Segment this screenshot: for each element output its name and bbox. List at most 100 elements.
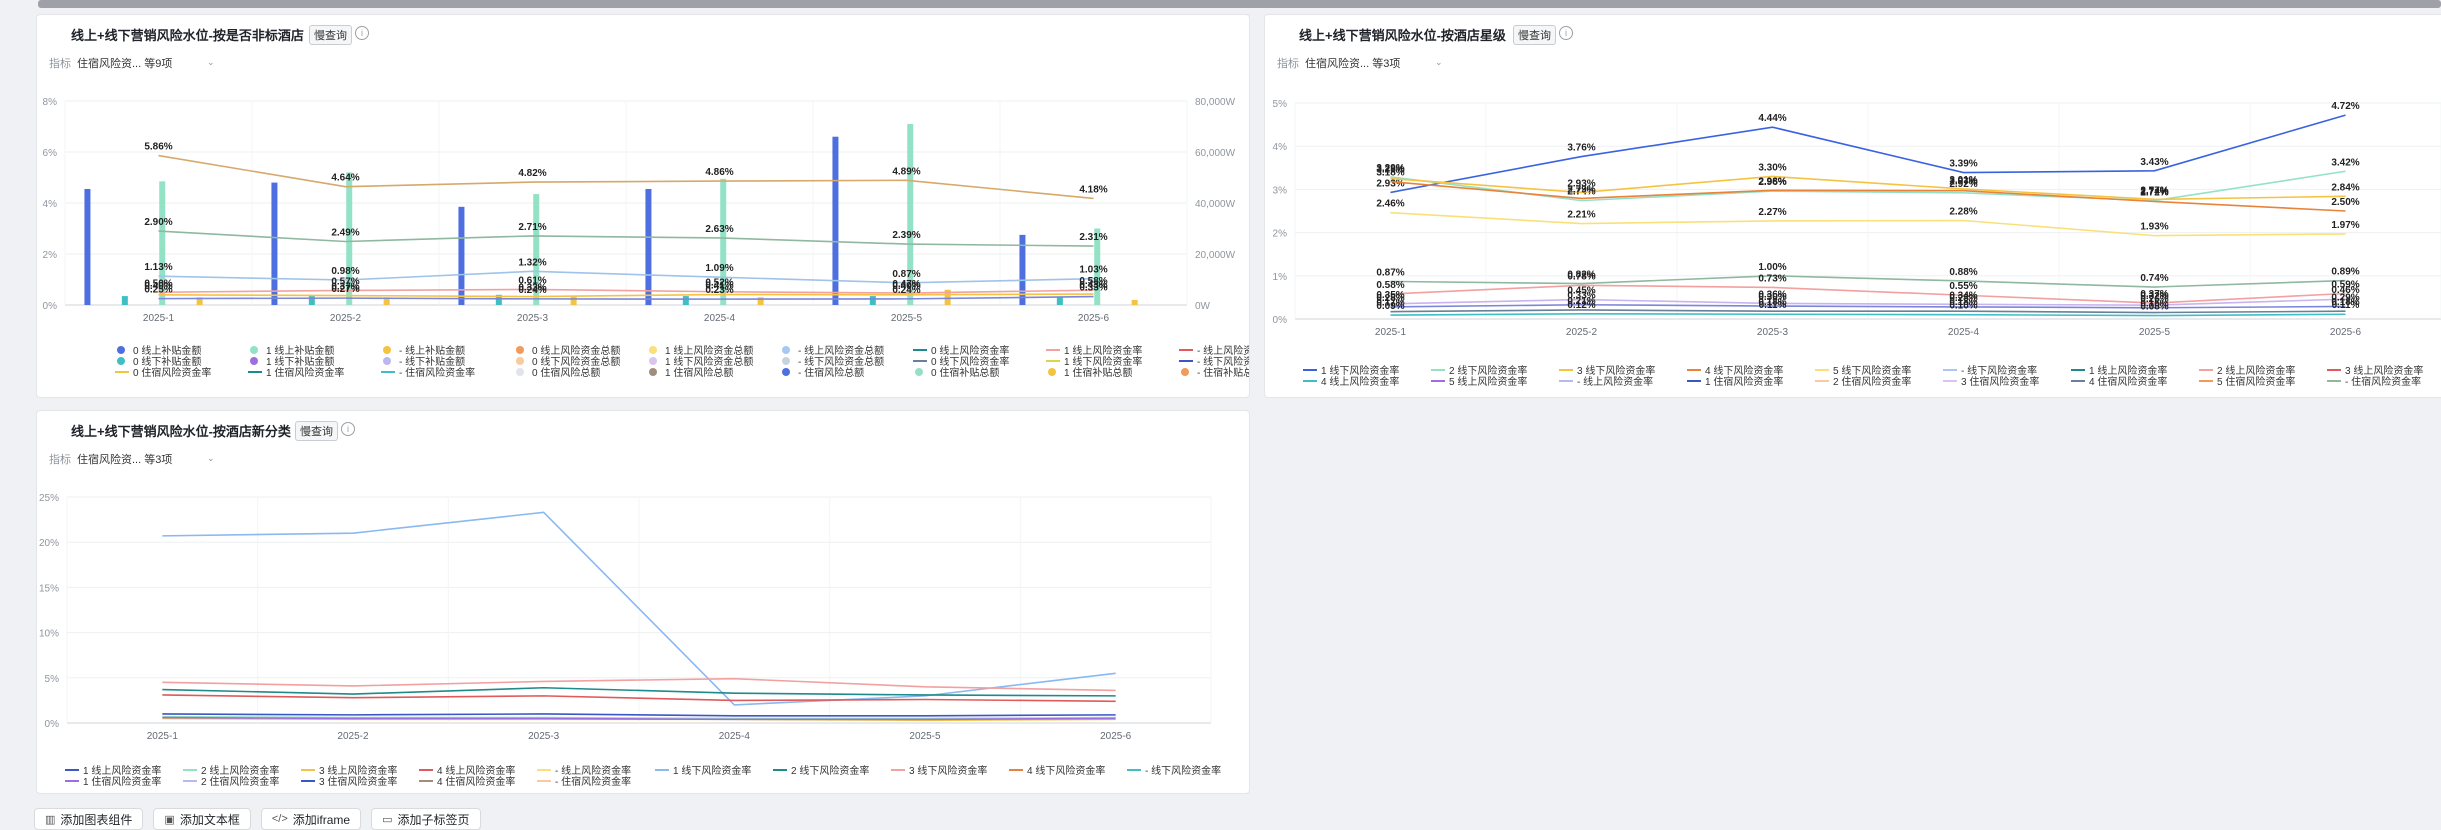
data-label: 1.93% [2140,222,2168,233]
legend-label: 2 线下风险资金率 [1449,364,1527,377]
legend-label: 0 住宿补贴总额 [931,366,999,377]
y-tick-label: 5% [1273,99,1288,110]
data-label: 2.97% [1949,177,1977,188]
data-label: 0.87% [1376,267,1404,278]
y-tick-label: 0% [45,719,60,730]
legend-label: 1 线上补贴金额 [266,344,334,357]
bar [1056,297,1063,305]
x-tick-label: 2025-6 [1078,313,1110,324]
bar [271,182,278,305]
y-tick-label: 25% [39,493,59,504]
legend-label: 2 线上风险资金率 [201,764,279,777]
y-tick-label: 10% [39,629,59,640]
data-label: 4.18% [1079,184,1107,195]
metric-filter-select[interactable]: 住宿风险资... 等3项 [77,451,172,467]
filter-label: 指标 [49,454,71,466]
x-tick-label: 2025-4 [704,313,736,324]
add-subtab-button[interactable]: ▭ 添加子标签页 [371,808,481,830]
legend-label: 0 线下风险资金总额 [532,355,620,368]
legend-label: 4 线上风险资金率 [1321,375,1399,388]
legend-marker [649,346,657,354]
x-tick-label: 2025-3 [528,731,560,742]
y2-tick-label: 80,000W [1195,97,1236,108]
legend-marker [782,357,790,365]
y-tick-label: 5% [45,674,60,685]
data-label: 4.86% [705,167,733,178]
info-icon[interactable]: i [341,422,355,436]
legend-label: 4 住宿风险资金率 [2089,375,2167,388]
y-tick-label: 2% [1273,229,1288,240]
data-label: 1.03% [1079,265,1107,276]
metric-filter-select[interactable]: 住宿风险资... 等9项 [77,55,172,71]
legend-marker [117,346,125,354]
legend-label: 1 住宿风险资金率 [266,366,344,377]
data-label: 2.71% [518,222,546,233]
bar [645,188,652,305]
legend-label: 1 住宿风险总额 [665,366,733,377]
chevron-down-icon[interactable]: ⌄ [207,57,215,68]
legend-label: 0 线上补贴金额 [133,344,201,357]
data-label: 0.74% [2140,273,2168,284]
data-label: 0.24% [518,285,546,296]
x-tick-label: 2025-6 [1100,731,1132,742]
y-tick-label: 8% [43,97,58,108]
legend-marker [383,346,391,354]
info-icon[interactable]: i [1559,26,1573,40]
data-label: 4.44% [1758,113,1786,124]
data-label: 0.89% [2331,267,2359,278]
legend-marker [516,368,524,376]
legend-label: 1 住宿风险资金率 [1705,375,1783,388]
data-label: 2.31% [1079,232,1107,243]
legend-label: 1 住宿补贴总额 [1064,366,1132,377]
add-iframe-button[interactable]: </> 添加iframe [260,808,362,830]
data-label: 0.08% [2140,302,2168,313]
legend-label: 4 住宿风险资金率 [437,775,515,788]
data-label: 4.64% [331,173,359,184]
x-tick-label: 2025-1 [143,313,175,324]
metric-filter-select[interactable]: 住宿风险资... 等3项 [1305,55,1400,71]
data-label: 4.82% [518,168,546,179]
legend-label: - 线上风险资金率 [1197,344,1249,357]
panel-title: 线上+线下营销风险水位-按酒店新分类 [71,424,291,439]
data-label: 0.33% [1079,283,1107,294]
bottom-toolbar: ▥ 添加图表组件 ▣ 添加文本框 </> 添加iframe ▭ 添加子标签页 [34,808,481,830]
data-label: 4.72% [2331,101,2359,112]
chevron-down-icon[interactable]: ⌄ [207,453,215,464]
legend-label: - 住宿风险资金率 [399,366,475,377]
chart-area: 0% 5% 10% 15% 20% 25% 2025-1 2025-2 2025-3 2025-4… [39,493,1221,788]
data-label: 2.63% [705,224,733,235]
legend-label: 1 线下风险资金率 [1064,355,1142,368]
code-icon: </> [271,813,288,825]
slow-query-badge: 慢查询 [309,25,352,45]
legend-label: 0 线上风险资金总额 [532,344,620,357]
y-tick-label: 4% [43,199,58,210]
y2-tick-label: 60,000W [1195,148,1236,159]
chevron-down-icon[interactable]: ⌄ [1435,57,1443,68]
legend-label: 1 线下风险资金总额 [665,355,753,368]
legend-marker [383,357,391,365]
data-label: 2.21% [1567,210,1595,221]
data-label: 3.39% [1949,159,1977,170]
legend-marker [649,357,657,365]
chart-panel-hotel-category: 线上+线下营销风险水位-按酒店新分类 慢查询 i 指标 住宿风险资... 等3项… [36,410,1250,794]
top-scrollbar[interactable] [38,0,2441,8]
data-label: 1.00% [1758,262,1786,273]
data-label: 0.12% [1567,300,1595,311]
data-label: 2.39% [892,230,920,241]
data-label: 0.11% [2332,300,2360,311]
legend-label: 5 线下风险资金率 [1833,364,1911,377]
legend-label: 3 线下风险资金率 [1577,364,1655,377]
legend-marker [250,357,258,365]
info-icon[interactable]: i [355,26,369,40]
data-label: 2.50% [2331,197,2359,208]
data-label: 2.84% [2331,182,2359,193]
legend-label: 4 线下风险资金率 [1027,764,1105,777]
add-chart-button[interactable]: ▥ 添加图表组件 [34,808,144,830]
data-label: 2.79% [1567,184,1595,195]
legend-label: 1 线上风险资金总额 [665,344,753,357]
tab-icon: ▭ [382,813,393,826]
x-tick-label: 2025-1 [1375,327,1407,338]
x-tick-label: 2025-5 [891,313,923,324]
add-textbox-button[interactable]: ▣ 添加文本框 [153,808,251,830]
series-line [162,713,1116,717]
